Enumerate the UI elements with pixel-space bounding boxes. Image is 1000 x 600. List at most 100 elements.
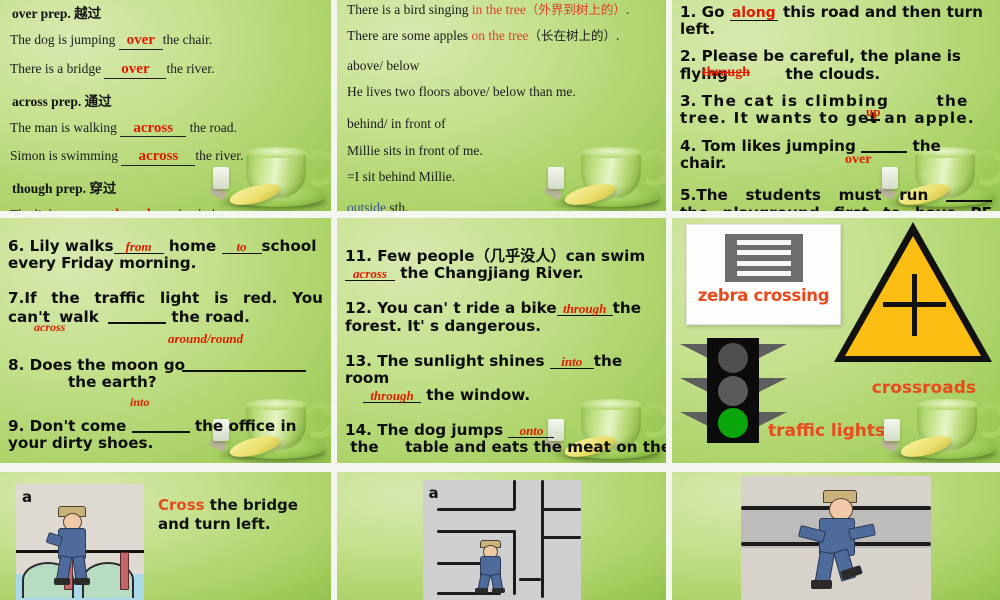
road-line-v2 bbox=[512, 530, 516, 595]
item-prefix: Few people（几乎没人）can swim bbox=[377, 247, 646, 265]
exercise-item-1: 1. Go along this road and then turn left… bbox=[680, 3, 992, 38]
answer-though: though bbox=[110, 207, 155, 211]
answer-blank[interactable] bbox=[861, 137, 908, 154]
item-number: 3. bbox=[680, 91, 697, 110]
crossroads-label: crossroads bbox=[871, 378, 976, 398]
answer-blank[interactable] bbox=[182, 356, 307, 372]
answer-blank[interactable] bbox=[946, 186, 992, 203]
exercise-item-11: 11. Few people（几乎没人）can swim across the … bbox=[345, 247, 658, 282]
item-prefix: Don't come bbox=[29, 417, 132, 436]
crossroads-sign[interactable] bbox=[834, 222, 994, 370]
teacup-decoration bbox=[879, 387, 1000, 463]
zebra-crossing-label: zebra crossing bbox=[697, 286, 830, 305]
answer-through-2: through bbox=[363, 389, 421, 404]
sentence-bridge: There is a bridge over the river. bbox=[10, 61, 321, 79]
phrase-on-the-tree: on the tree bbox=[471, 28, 529, 44]
slide-5-exercises-11-14[interactable]: 11. Few people（几乎没人）can swim across the … bbox=[337, 218, 666, 463]
traffic-lights-label: traffic lights bbox=[768, 421, 886, 441]
item-prefix: Tom likes jumping bbox=[701, 137, 862, 156]
answer-blank[interactable] bbox=[131, 417, 190, 434]
figure-shoe-back bbox=[474, 588, 488, 593]
example-sit-behind: =I sit behind Millie. bbox=[347, 168, 456, 184]
slide-deck: over prep. 越过 The dog is jumping over the… bbox=[0, 0, 1000, 600]
sentence-man-walking: The man is walking across the road. bbox=[10, 120, 321, 138]
slide-3-exercises-1-5[interactable]: 1. Go along this road and then turn left… bbox=[672, 0, 1000, 211]
teacup-shadow bbox=[890, 449, 998, 461]
chinese-gloss: （外界到树上的） bbox=[525, 2, 626, 17]
slide-9-man-crossing-road[interactable] bbox=[672, 472, 1000, 600]
row-gap bbox=[0, 463, 1000, 472]
answer-to: to bbox=[221, 240, 262, 254]
exercise-item-2: 2. Please be careful, the plane is flyin… bbox=[680, 48, 992, 82]
bridge-post-right bbox=[120, 552, 129, 590]
road-line-1 bbox=[436, 508, 515, 511]
sentence-prefix: There are some apples bbox=[347, 28, 472, 44]
zebra-crossing-card[interactable]: zebra crossing bbox=[686, 224, 841, 325]
answer-over: over bbox=[845, 152, 872, 168]
figure-shoe-front bbox=[74, 578, 90, 585]
cup-handle bbox=[968, 398, 1000, 442]
chinese-gloss: （长在树上的） bbox=[528, 28, 616, 44]
teacup-decoration bbox=[208, 135, 331, 211]
answer-along: along bbox=[729, 5, 778, 21]
item-suffix: the table and eats the meat on the table… bbox=[350, 438, 666, 457]
item-prefix: The dog jumps bbox=[377, 421, 509, 440]
sentence-prefix: The dog is jumping bbox=[10, 32, 119, 47]
sentence-suffix: the dark room. bbox=[175, 207, 254, 211]
cup-body bbox=[917, 404, 977, 450]
slide-6-traffic-signs[interactable]: zebra crossing crossroads traffic lights bbox=[672, 218, 1000, 463]
answer-through-1: through bbox=[702, 65, 750, 81]
road-line-2 bbox=[436, 530, 515, 533]
road-line-6 bbox=[540, 536, 581, 539]
item-number: 6. bbox=[8, 237, 25, 255]
traffic-light-housing bbox=[707, 338, 759, 443]
heading-over: over prep. 越过 bbox=[12, 6, 102, 21]
exercise-item-13: 13. The sunlight shines into the room thr… bbox=[345, 352, 658, 405]
sentence-period: . bbox=[625, 2, 630, 17]
photo-label-a: a bbox=[22, 488, 33, 506]
slide-7-cross-the-bridge[interactable]: a Cross the bridge and turn left. bbox=[0, 472, 331, 600]
sentence-apples: There are some apples on the tree（长在树上的）… bbox=[347, 28, 656, 43]
item-number: 1. bbox=[680, 3, 697, 21]
slide-1-over-across-though[interactable]: over prep. 越过 The dog is jumping over the… bbox=[0, 0, 331, 211]
exercise-item-8: 8. Does the moon go the earth? around/ro… bbox=[8, 331, 323, 391]
caption-highlight-cross: Cross bbox=[158, 496, 205, 514]
item-suffix: the playground first to have PE lessons. bbox=[680, 204, 992, 211]
figure-shoe-back bbox=[54, 578, 70, 585]
example-millie-front: Millie sits in front of me. bbox=[347, 142, 483, 158]
road-line-v3 bbox=[540, 480, 544, 598]
answer-from: from bbox=[113, 240, 164, 254]
sentence-prefix: The man is walking bbox=[10, 119, 121, 135]
road-line-5 bbox=[540, 508, 581, 511]
road-line-v1 bbox=[512, 480, 516, 510]
road-line-7 bbox=[518, 578, 541, 581]
sentence-suffix: the chair. bbox=[162, 32, 213, 47]
sentence-period: . bbox=[615, 28, 620, 44]
item-prefix: Lily walks bbox=[29, 237, 114, 255]
example-above-below: He lives two floors above/ below than me… bbox=[347, 84, 576, 100]
heading-though: though prep. 穿过 bbox=[12, 181, 117, 197]
slide-2-above-below-behind[interactable]: There is a bird singing in the tree（外界到树… bbox=[337, 0, 666, 211]
crossing-photo bbox=[741, 476, 931, 600]
answer-across: across bbox=[345, 267, 395, 282]
answer-blank[interactable] bbox=[108, 308, 167, 324]
item-number: 2. bbox=[680, 47, 697, 66]
teabag-icon bbox=[884, 419, 900, 441]
lamp-amber-off bbox=[718, 376, 748, 406]
slide-4-exercises-6-9[interactable]: 6. Lily walks from home to school every Fr… bbox=[0, 218, 331, 463]
lamp-red-off bbox=[718, 343, 748, 373]
slide-8-crossroads-map[interactable]: a bbox=[337, 472, 666, 600]
sentence-simon-swimming: Simon is swimming across the river. bbox=[10, 148, 321, 167]
sentence-bird-singing: There is a bird singing in the tree（外界到树… bbox=[347, 2, 656, 17]
sentence-dog-jumping: The dog is jumping over the chair. bbox=[10, 32, 321, 50]
answer-over-1: over bbox=[126, 32, 155, 48]
label-outside-sth: outside sth. bbox=[347, 200, 656, 211]
item-number: 9. bbox=[8, 417, 25, 436]
item-number: 14. bbox=[345, 421, 372, 440]
visor-right-mid bbox=[759, 378, 787, 392]
exercise-item-3: 3. The cat is climbing the tree. It want… bbox=[680, 91, 992, 127]
exercise-item-7: 7.If the traffic light is red. You can't… bbox=[8, 290, 323, 334]
cup-rim bbox=[916, 399, 978, 410]
answer-through: through bbox=[556, 302, 613, 317]
lemon-slice bbox=[898, 431, 954, 462]
